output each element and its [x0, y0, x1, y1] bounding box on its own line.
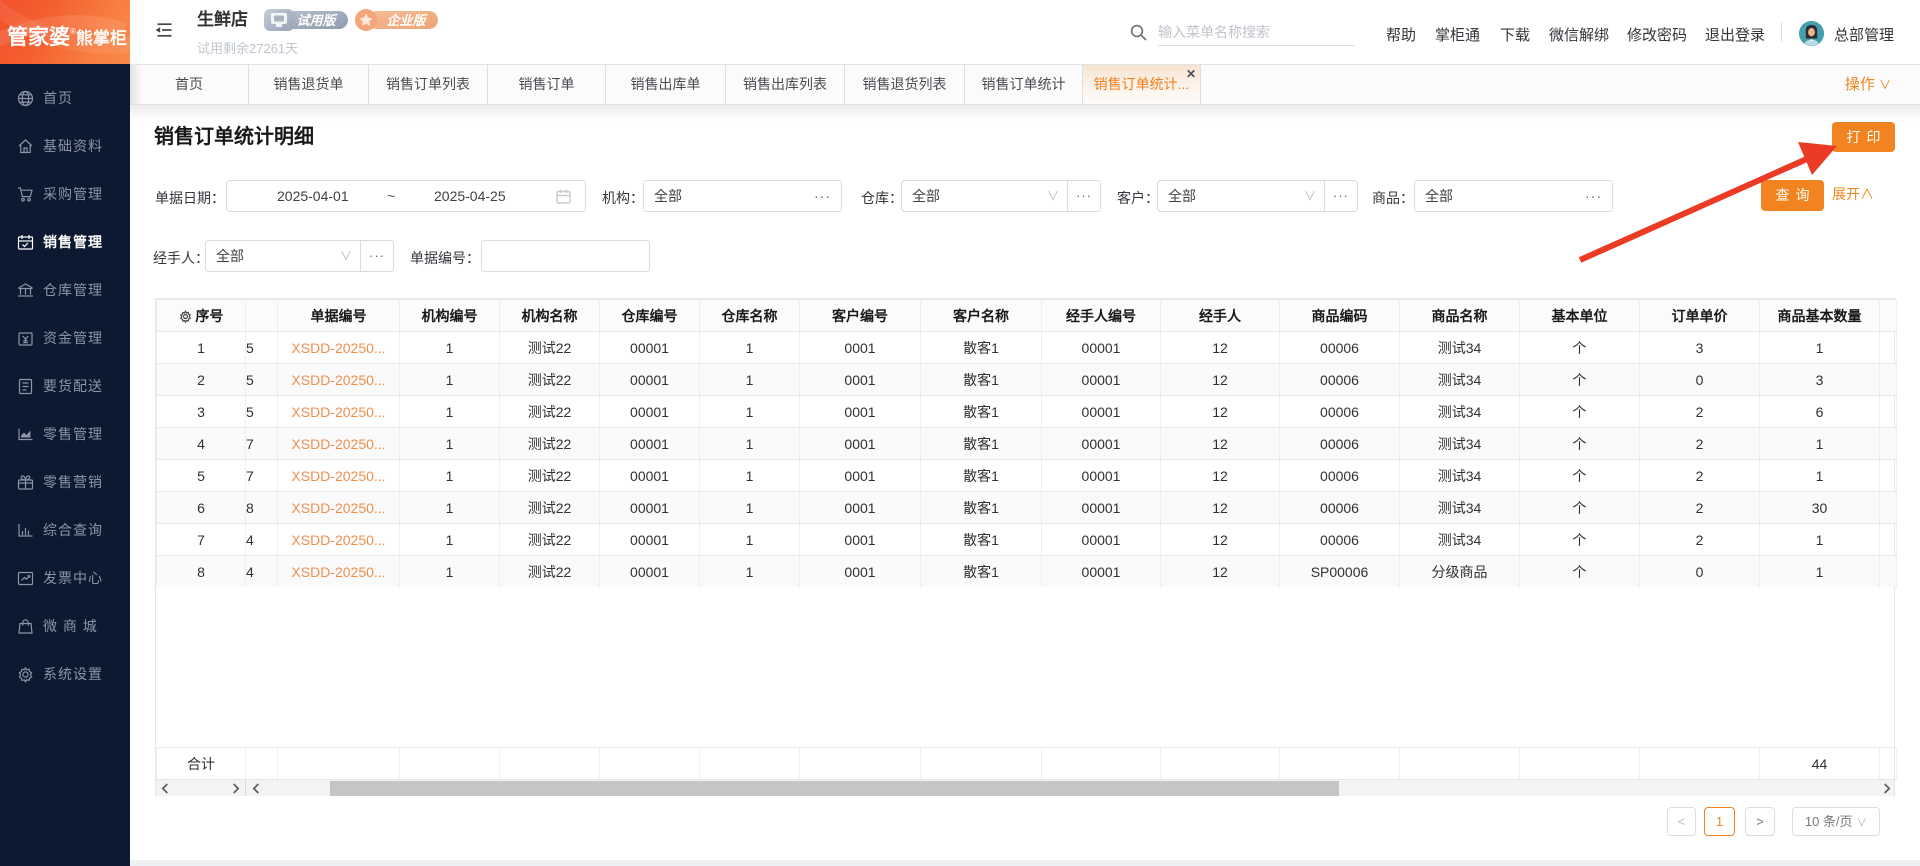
svg-text:试用版: 试用版: [296, 13, 338, 28]
svg-text:企业版: 企业版: [386, 13, 428, 28]
